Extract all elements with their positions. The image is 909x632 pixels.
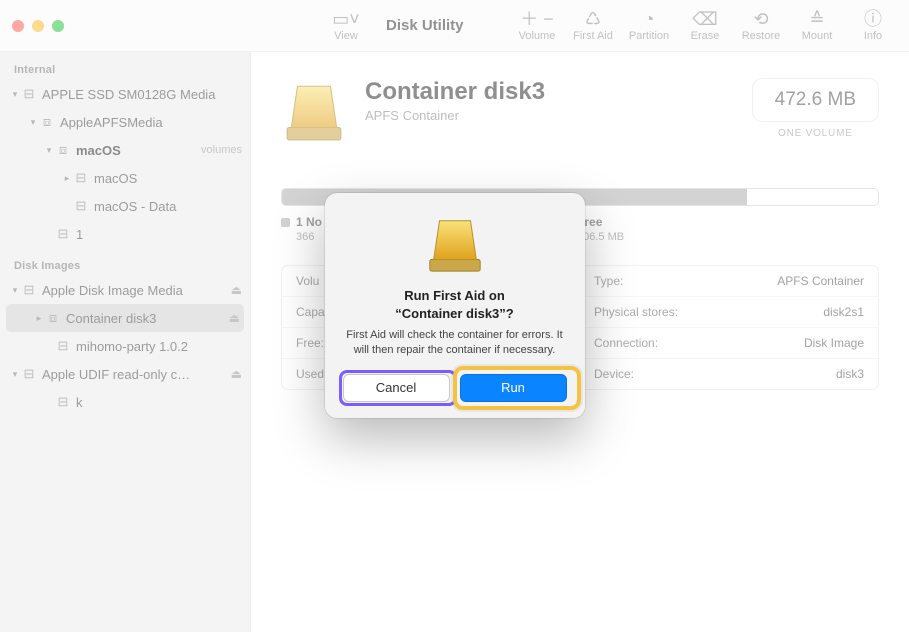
cancel-button[interactable]: Cancel	[343, 374, 450, 402]
run-button[interactable]: Run	[460, 374, 567, 402]
first-aid-dialog: Run First Aid on“Container disk3”? First…	[325, 193, 585, 418]
disk-icon	[424, 213, 486, 275]
dialog-body: First Aid will check the container for e…	[343, 328, 567, 358]
dialog-title: Run First Aid on“Container disk3”?	[343, 287, 567, 322]
